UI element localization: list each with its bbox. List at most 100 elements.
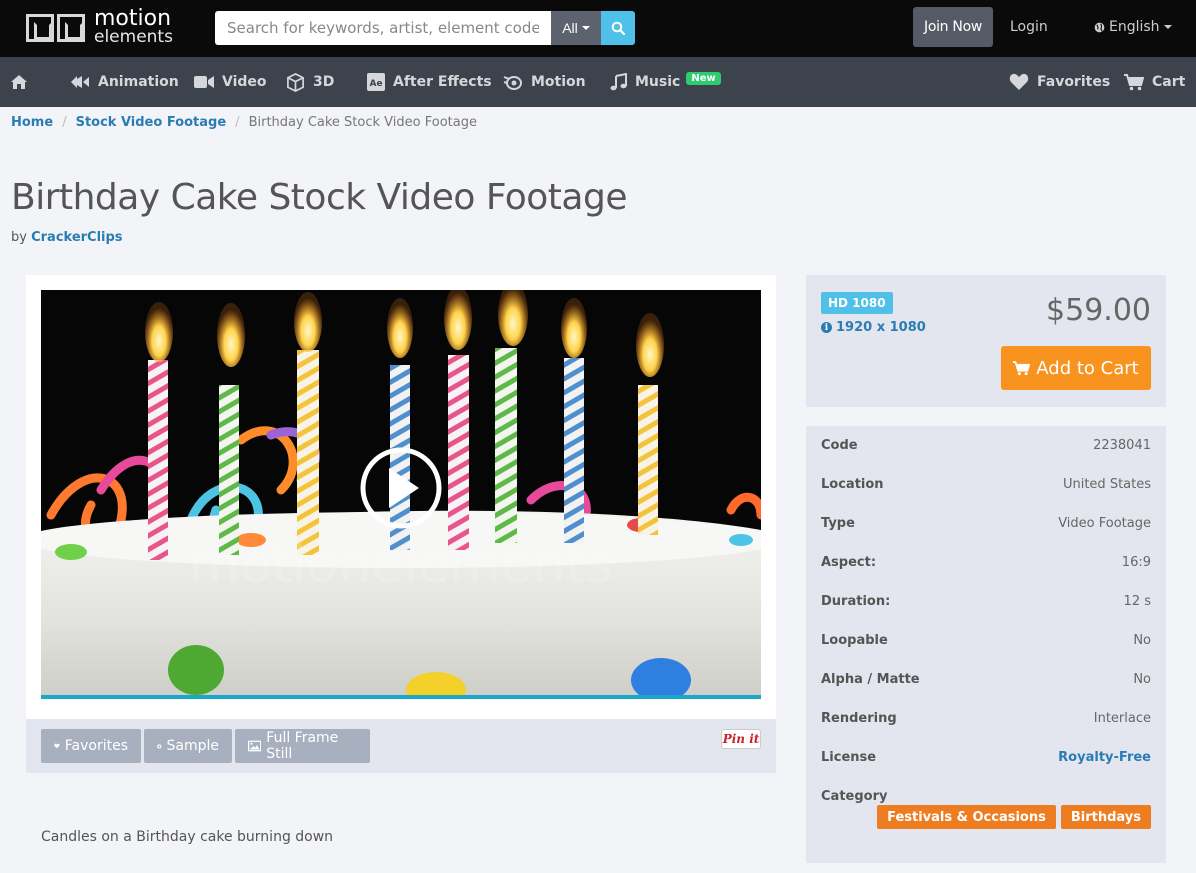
byline-prefix: by bbox=[11, 230, 27, 245]
detail-value: No bbox=[1133, 633, 1151, 648]
motion-icon bbox=[503, 76, 522, 90]
video-watermark: motionelements bbox=[189, 535, 613, 595]
detail-row-alpha-matte: Alpha / Matte No bbox=[821, 672, 1151, 692]
nav-label: Video bbox=[222, 74, 267, 90]
nav-cart[interactable]: Cart bbox=[1124, 57, 1185, 107]
full-frame-still-button[interactable]: Full Frame Still bbox=[235, 729, 370, 763]
breadcrumb-separator: / bbox=[62, 115, 67, 130]
svg-text:Ae: Ae bbox=[370, 79, 383, 89]
video-player-panel: motionelements Favorites Sample Full Fra… bbox=[26, 275, 776, 773]
detail-row-license: License Royalty-Free bbox=[821, 750, 1151, 770]
nav-label: Cart bbox=[1152, 74, 1186, 90]
language-selector[interactable]: English bbox=[1094, 19, 1172, 35]
detail-key: Code bbox=[821, 438, 858, 453]
search-icon bbox=[611, 21, 625, 35]
author-link[interactable]: CrackerClips bbox=[31, 230, 122, 245]
sample-download-button[interactable]: Sample bbox=[144, 729, 232, 763]
language-label: English bbox=[1109, 19, 1160, 35]
caret-down-icon bbox=[581, 26, 590, 30]
license-link[interactable]: Royalty-Free bbox=[1058, 750, 1151, 765]
video-preview[interactable]: motionelements bbox=[41, 290, 761, 695]
add-to-cart-button[interactable]: Add to Cart bbox=[1001, 346, 1151, 390]
detail-value: 12 s bbox=[1123, 594, 1151, 609]
detail-row-loopable: Loopable No bbox=[821, 633, 1151, 653]
detail-value: United States bbox=[1062, 477, 1151, 492]
pinterest-pin-button[interactable]: Pin it bbox=[721, 729, 761, 749]
new-badge: New bbox=[686, 71, 721, 85]
detail-row-location: Location United States bbox=[821, 477, 1151, 497]
byline: by CrackerClips bbox=[11, 230, 123, 245]
cart-icon bbox=[1124, 73, 1144, 90]
nav-label: Favorites bbox=[1037, 74, 1111, 90]
globe-icon bbox=[1094, 22, 1105, 32]
detail-key: Loopable bbox=[821, 633, 888, 648]
after-effects-icon: Ae bbox=[367, 73, 385, 91]
page-title: Birthday Cake Stock Video Footage bbox=[11, 177, 627, 218]
nav-music[interactable]: Music New bbox=[610, 57, 721, 107]
login-link[interactable]: Login bbox=[1010, 19, 1048, 35]
breadcrumb-current: Birthday Cake Stock Video Footage bbox=[248, 115, 477, 130]
nav-label: 3D bbox=[313, 74, 335, 90]
search-bar: All bbox=[215, 11, 635, 45]
detail-row-code: Code 2238041 bbox=[821, 438, 1151, 458]
music-icon bbox=[610, 73, 627, 91]
search-scope-label: All bbox=[562, 20, 578, 36]
nav-animation[interactable]: Animation bbox=[70, 57, 179, 107]
details-panel: Code 2238041 Location United States Type… bbox=[806, 426, 1166, 863]
detail-key: Duration: bbox=[821, 594, 891, 609]
favorites-button[interactable]: Favorites bbox=[41, 729, 141, 763]
detail-value: Video Footage bbox=[1058, 516, 1151, 531]
logo-mark-icon bbox=[26, 10, 88, 46]
category-nav: Animation Video 3D Ae After Effects Moti… bbox=[0, 57, 1196, 107]
motion-elements-logo[interactable]: motion elements bbox=[26, 8, 173, 48]
sample-button-label: Sample bbox=[166, 738, 220, 754]
search-button[interactable] bbox=[601, 11, 635, 45]
detail-row-aspect: Aspect: 16:9 bbox=[821, 555, 1151, 575]
search-input[interactable] bbox=[215, 11, 551, 45]
detail-value: 16:9 bbox=[1121, 555, 1151, 570]
download-circle-icon bbox=[157, 743, 162, 749]
detail-key: Type bbox=[821, 516, 855, 531]
nav-home[interactable] bbox=[10, 57, 28, 107]
video-progress-bar[interactable] bbox=[41, 695, 761, 699]
nav-video[interactable]: Video bbox=[194, 57, 267, 107]
top-bar: motion elements All Join Now Login Engli… bbox=[0, 0, 1196, 57]
logo-text-line2: elements bbox=[94, 27, 173, 47]
image-icon bbox=[248, 740, 262, 752]
nav-after-effects[interactable]: Ae After Effects bbox=[367, 57, 492, 107]
nav-label: After Effects bbox=[393, 74, 492, 90]
cube-icon bbox=[287, 72, 304, 92]
category-tag[interactable]: Birthdays bbox=[1060, 805, 1151, 829]
breadcrumb: Home / Stock Video Footage / Birthday Ca… bbox=[11, 115, 477, 130]
purchase-panel: HD 1080 i 1920 x 1080 $59.00 Add to Cart bbox=[806, 275, 1166, 407]
detail-value: No bbox=[1133, 672, 1151, 687]
category-tag[interactable]: Festivals & Occasions bbox=[877, 805, 1056, 829]
nav-favorites[interactable]: Favorites bbox=[1009, 57, 1110, 107]
nav-motion[interactable]: Motion bbox=[503, 57, 586, 107]
nav-3d[interactable]: 3D bbox=[286, 57, 334, 107]
detail-row-rendering: Rendering Interlace bbox=[821, 711, 1151, 731]
nav-label: Motion bbox=[531, 74, 586, 90]
video-frame-image: motionelements bbox=[41, 290, 761, 695]
breadcrumb-home[interactable]: Home bbox=[11, 115, 53, 130]
detail-key: Aspect: bbox=[821, 555, 877, 570]
detail-value: Interlace bbox=[1093, 711, 1151, 726]
home-icon bbox=[11, 75, 27, 89]
detail-key: Category bbox=[821, 789, 888, 804]
category-tags: Festivals & Occasions Birthdays bbox=[877, 805, 1151, 829]
breadcrumb-section[interactable]: Stock Video Footage bbox=[76, 115, 227, 130]
logo-text-line1: motion bbox=[94, 6, 172, 31]
heart-icon bbox=[1009, 73, 1029, 90]
nav-label: Animation bbox=[98, 74, 179, 90]
detail-key: License bbox=[821, 750, 877, 765]
full-frame-still-label: Full Frame Still bbox=[266, 730, 339, 762]
breadcrumb-separator: / bbox=[235, 115, 240, 130]
join-now-button[interactable]: Join Now bbox=[913, 7, 993, 47]
nav-label: Music bbox=[635, 74, 681, 90]
search-scope-dropdown[interactable]: All bbox=[551, 11, 601, 45]
price: $59.00 bbox=[1046, 293, 1151, 328]
quality-badge: HD 1080 bbox=[821, 292, 893, 314]
info-icon: i bbox=[821, 322, 832, 333]
heart-icon bbox=[54, 743, 60, 749]
player-toolbar: Favorites Sample Full Frame Still Pin it bbox=[26, 719, 776, 773]
